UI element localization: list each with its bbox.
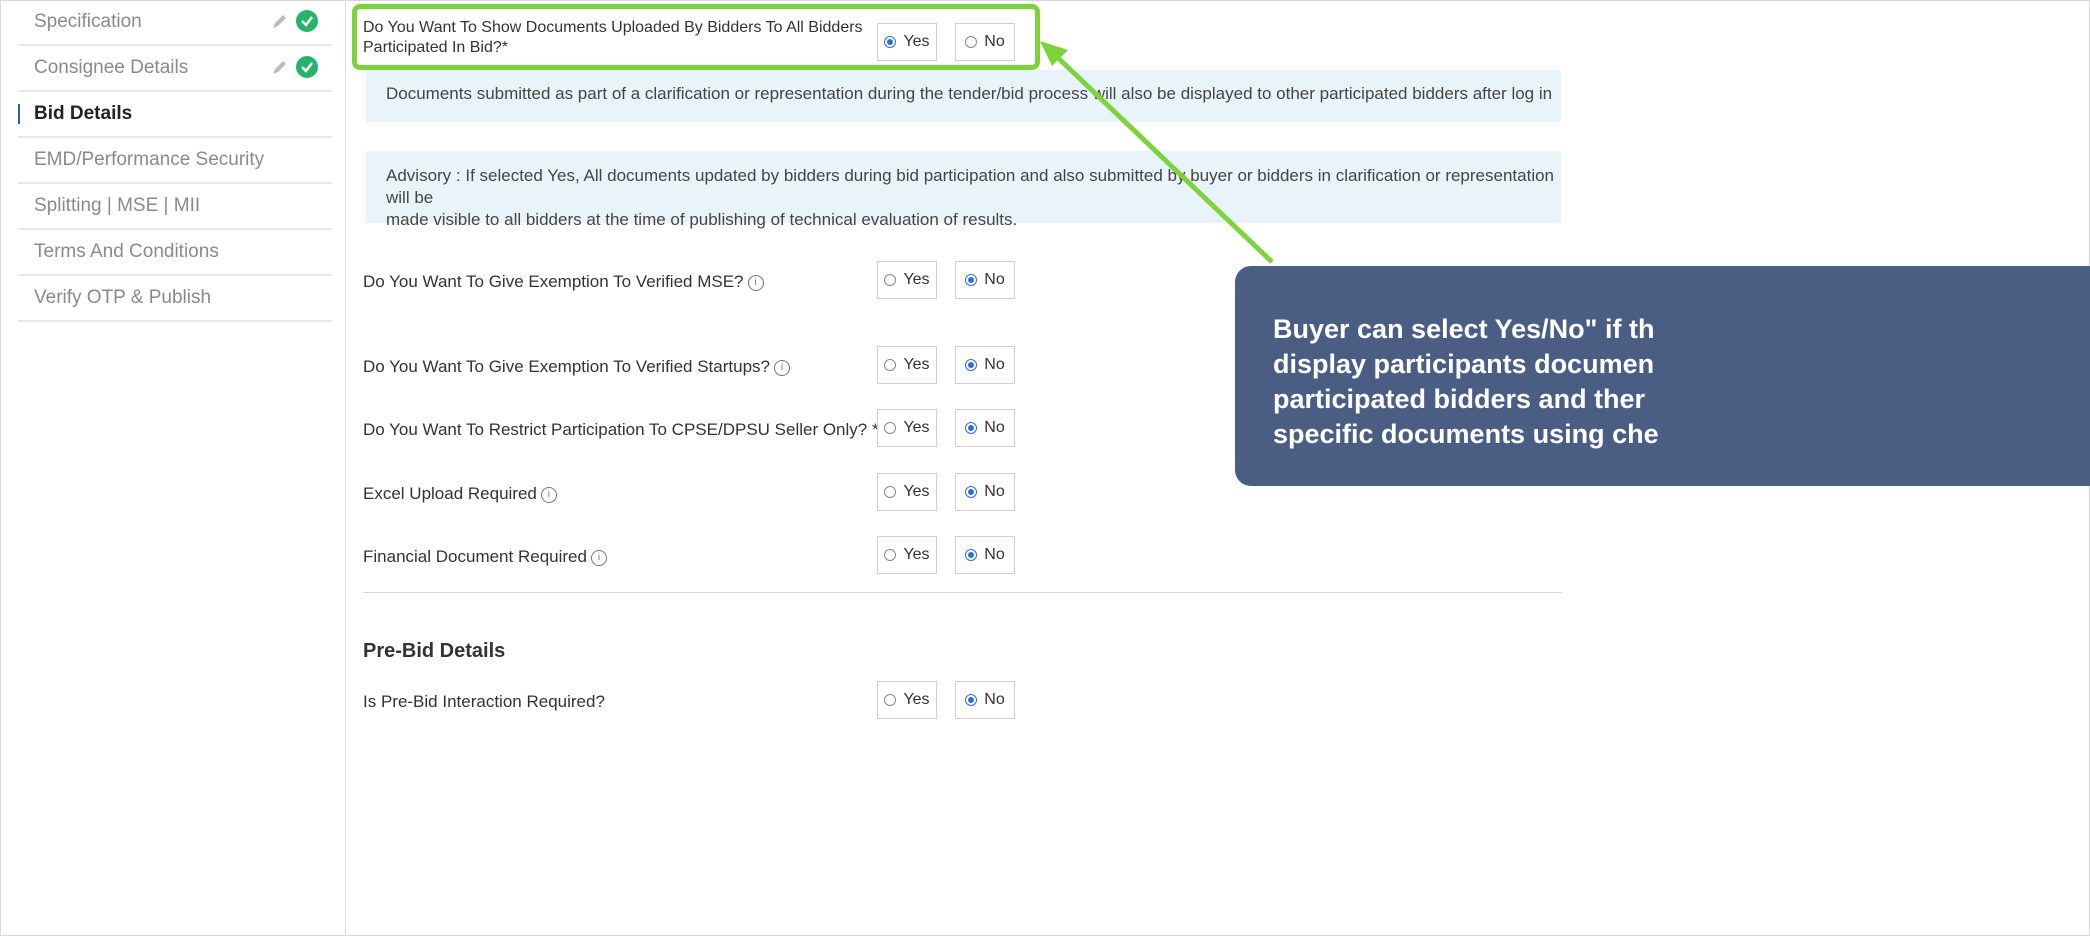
callout-text: specific documents using che [1273,419,1659,449]
callout-text: display participants documen [1273,349,1655,379]
callout-text: participated bidders and ther [1273,384,1646,414]
callout-text: Buyer can select Yes/No" if th [1273,314,1655,344]
annotation-callout: Buyer can select Yes/No" if th display pa… [1235,266,2090,486]
